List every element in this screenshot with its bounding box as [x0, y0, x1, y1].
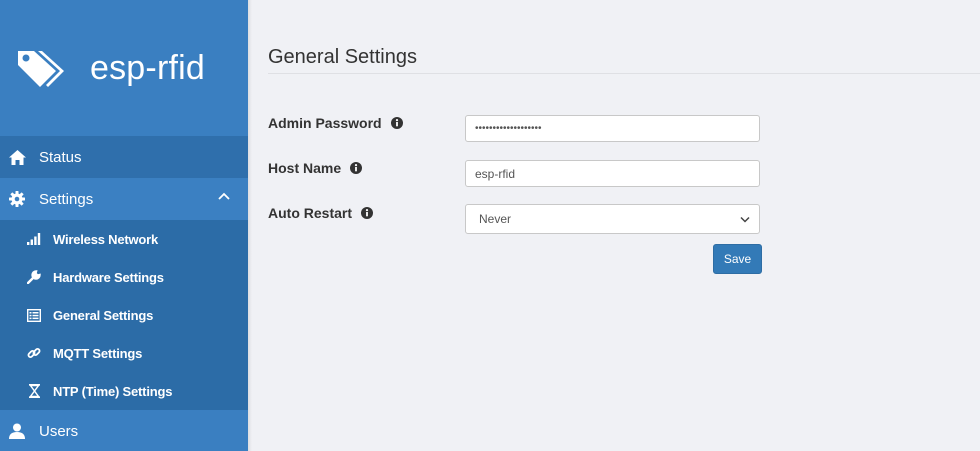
signal-icon	[26, 231, 42, 247]
gear-icon	[8, 190, 26, 208]
chevron-down-icon	[740, 216, 750, 223]
hourglass-icon	[26, 383, 42, 399]
brand[interactable]: esp-rfid	[0, 0, 248, 136]
user-icon	[8, 422, 26, 440]
sidebar-item-label: Users	[39, 422, 79, 440]
host-name-label-text: Host Name	[268, 160, 342, 176]
admin-password-input[interactable]: •••••••••••••••••••	[465, 115, 760, 142]
info-icon[interactable]	[390, 117, 403, 129]
chevron-up-icon	[218, 192, 230, 200]
auto-restart-select[interactable]: Never	[465, 204, 760, 234]
sidebar-item-settings[interactable]: Settings	[0, 178, 248, 220]
list-alt-icon	[26, 307, 42, 323]
admin-password-label: Admin Password	[268, 115, 403, 131]
sidebar-item-label: General Settings	[53, 307, 154, 323]
auto-restart-label: Auto Restart	[268, 205, 374, 221]
admin-password-row: Admin Password	[268, 115, 403, 131]
page-title: General Settings	[268, 46, 980, 74]
sidebar-item-label: MQTT Settings	[53, 345, 143, 361]
admin-password-label-text: Admin Password	[268, 115, 382, 131]
auto-restart-label-text: Auto Restart	[268, 205, 353, 221]
main-content: General Settings Admin Password ••••••••…	[268, 0, 980, 274]
wrench-icon	[26, 269, 42, 285]
save-button[interactable]: Save	[713, 244, 762, 274]
sidebar-item-mqtt-settings[interactable]: MQTT Settings	[0, 334, 248, 372]
link-icon	[26, 345, 42, 361]
info-icon[interactable]	[350, 162, 363, 174]
sidebar-item-users[interactable]: Users	[0, 410, 248, 451]
host-name-input[interactable]: esp-rfid	[465, 160, 760, 187]
info-icon[interactable]	[361, 207, 374, 219]
sidebar-item-label: Wireless Network	[53, 231, 159, 247]
sidebar-item-ntp-settings[interactable]: NTP (Time) Settings	[0, 372, 248, 410]
sidebar-item-label: NTP (Time) Settings	[53, 383, 173, 399]
settings-submenu: Wireless Network Hardware Settings Gener…	[0, 220, 248, 410]
home-icon	[8, 148, 26, 166]
auto-restart-value: Never	[479, 212, 512, 226]
sidebar-shadow	[248, 0, 252, 451]
admin-password-value: •••••••••••••••••••	[475, 123, 542, 134]
host-name-row: Host Name	[268, 160, 363, 176]
sidebar-item-general-settings[interactable]: General Settings	[0, 296, 248, 334]
auto-restart-row: Auto Restart	[268, 205, 374, 221]
sidebar-item-label: Hardware Settings	[53, 269, 164, 285]
host-name-label: Host Name	[268, 160, 363, 176]
sidebar-item-wireless-network[interactable]: Wireless Network	[0, 220, 248, 258]
sidebar: esp-rfid Status Settings Wireless Networ…	[0, 0, 248, 451]
sidebar-item-status[interactable]: Status	[0, 136, 248, 178]
sidebar-item-hardware-settings[interactable]: Hardware Settings	[0, 258, 248, 296]
sidebar-item-label: Settings	[39, 190, 94, 208]
tags-icon	[18, 51, 64, 87]
sidebar-item-label: Status	[39, 148, 82, 166]
brand-name: esp-rfid	[90, 48, 205, 87]
host-name-value: esp-rfid	[475, 166, 516, 181]
